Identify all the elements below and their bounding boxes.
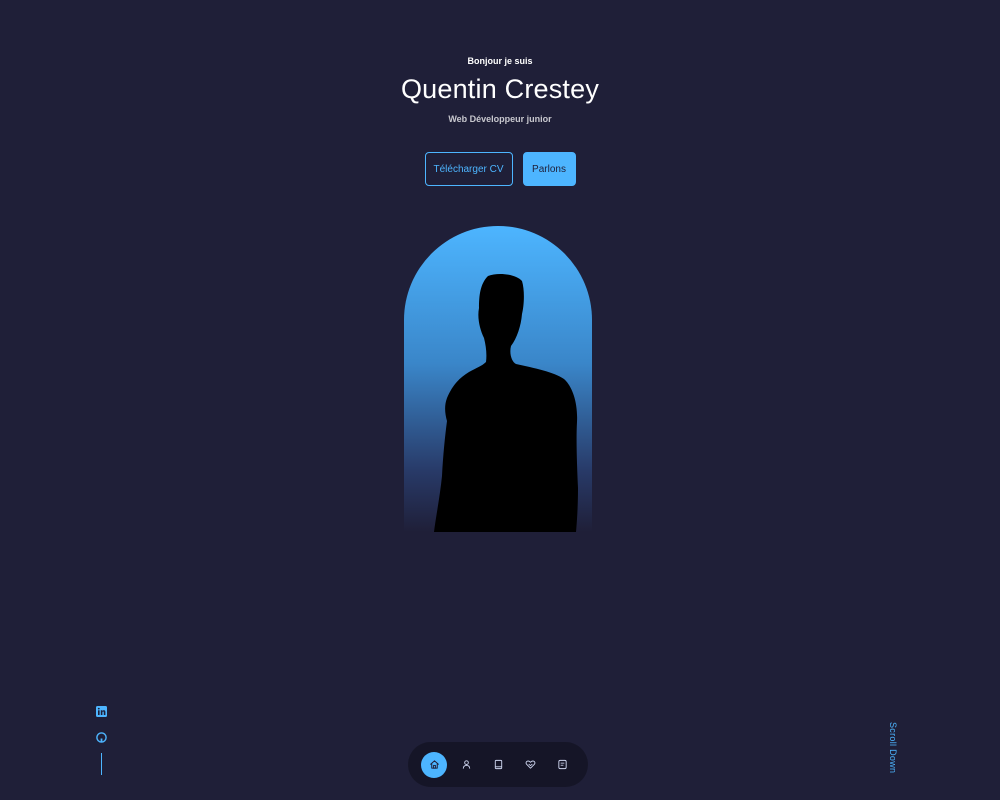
social-links <box>95 705 107 775</box>
github-icon[interactable] <box>95 731 107 743</box>
book-icon <box>494 759 502 770</box>
nav-contact[interactable] <box>549 752 575 778</box>
hero-role: Web Développeur junior <box>448 114 552 124</box>
home-icon <box>429 760 439 769</box>
profile-photo <box>404 226 592 532</box>
portfolio-page: Bonjour je suis Quentin Crestey Web Déve… <box>0 0 1000 800</box>
hero-name: Quentin Crestey <box>400 74 600 104</box>
linkedin-icon[interactable] <box>95 705 107 717</box>
user-icon <box>462 760 470 769</box>
services-icon <box>525 760 535 769</box>
social-divider-line <box>100 753 102 775</box>
download-cv-button[interactable]: Télécharger CV <box>424 152 513 186</box>
person-silhouette <box>434 273 578 532</box>
nav-experience[interactable] <box>485 752 511 778</box>
contact-button[interactable]: Parlons <box>522 152 576 186</box>
nav-services[interactable] <box>517 752 543 778</box>
cta-group: Télécharger CV Parlons <box>0 152 1000 186</box>
nav-about[interactable] <box>453 752 479 778</box>
scroll-down-link[interactable]: Scroll Down <box>888 722 898 773</box>
bottom-nav <box>408 742 588 787</box>
nav-home[interactable] <box>421 751 447 778</box>
greeting-text: Bonjour je suis <box>467 56 533 66</box>
message-icon <box>557 759 567 770</box>
